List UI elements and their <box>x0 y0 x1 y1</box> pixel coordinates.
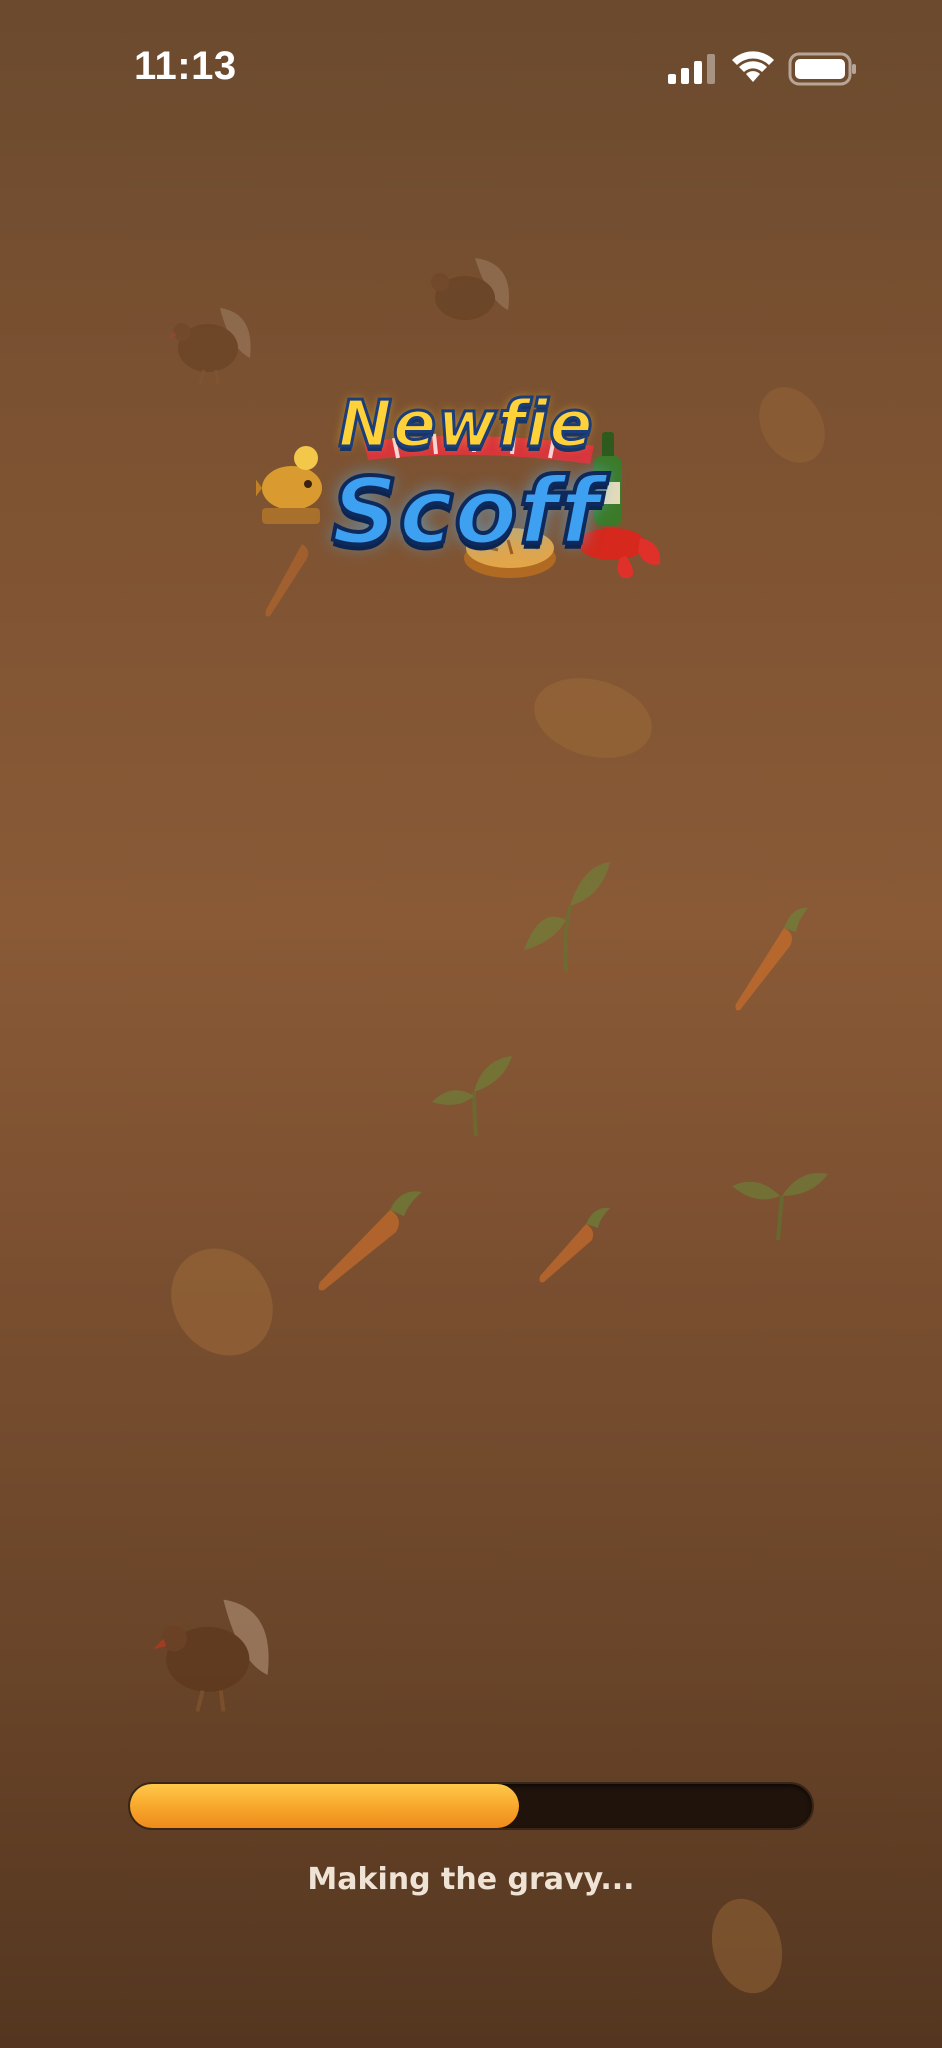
loading-message: Making the gravy... <box>307 1862 635 1897</box>
logo-title-line2: Scoff <box>329 456 601 567</box>
carrot-icon <box>539 1207 610 1283</box>
loading-progress-bar <box>128 1782 814 1830</box>
loading-progress-fill <box>130 1784 519 1828</box>
sprout-icon <box>732 1172 828 1240</box>
turkey-icon <box>153 1599 269 1712</box>
wifi-icon <box>732 51 774 82</box>
signal-icon <box>668 54 715 84</box>
carrot-icon <box>735 907 808 1011</box>
potato-icon <box>759 387 825 463</box>
potato-icon <box>711 1898 783 1994</box>
potato-icon <box>534 678 652 758</box>
game-logo: Newfie Scoff <box>256 380 670 590</box>
battery-icon <box>788 52 856 86</box>
splash-screen: 11:13 Newfie Scoff Making the gravy... <box>0 0 942 2048</box>
status-time: 11:13 <box>134 44 237 88</box>
sprout-icon <box>432 1056 512 1136</box>
potato-icon <box>171 1248 273 1356</box>
status-bar: 11:13 <box>0 0 942 130</box>
sprout-icon <box>524 862 610 972</box>
turkey-icon <box>168 308 251 385</box>
logo-title-line1: Newfie <box>337 387 594 464</box>
carrot-icon <box>318 1191 422 1291</box>
turkey-icon <box>431 258 510 320</box>
